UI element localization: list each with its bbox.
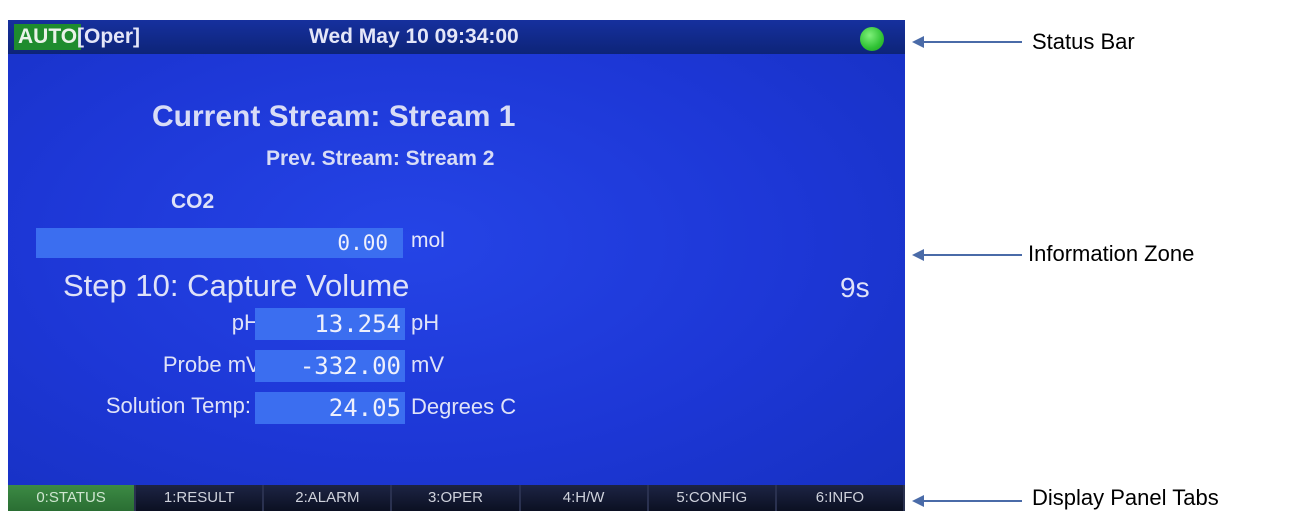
solution-temp-label: Solution Temp:: [105, 393, 251, 418]
status-bar-callout: Status Bar: [1032, 29, 1135, 54]
information-zone-callout: Information Zone: [1028, 241, 1195, 266]
tab-hw[interactable]: 4:H/W: [520, 485, 649, 511]
operator-level: [Oper]: [77, 25, 140, 48]
ph-unit: pH: [411, 310, 440, 335]
probe-mv-unit: mV: [411, 352, 444, 377]
previous-stream: Prev. Stream: Stream 2: [266, 147, 495, 170]
date-time: Wed May 10 09:34:00: [309, 25, 519, 48]
display-panel-tabs: 0:STATUS 1:RESULT 2:ALARM 3:OPER 4:H/W 5…: [8, 485, 905, 511]
tab-alarm[interactable]: 2:ALARM: [264, 485, 393, 511]
probe-mv-label: Probe mV:: [162, 352, 266, 377]
probe-mv-value: -332.00: [255, 350, 405, 382]
step-title: Step 10: Capture Volume: [63, 268, 410, 303]
analyte-unit: mol: [411, 229, 445, 252]
solution-temp-unit: Degrees C: [411, 394, 517, 419]
tab-config[interactable]: 5:CONFIG: [648, 485, 777, 511]
status-led-icon: [860, 27, 884, 51]
tab-info[interactable]: 6:INFO: [776, 485, 905, 511]
ph-value: 13.254: [255, 308, 405, 340]
solution-temp-value: 24.05: [255, 392, 405, 424]
panel-tabs-arrow-icon: [912, 495, 1022, 507]
current-stream: Current Stream: Stream 1: [152, 100, 516, 133]
tab-result[interactable]: 1:RESULT: [136, 485, 265, 511]
status-bar-arrow-icon: [912, 36, 1022, 48]
device-screen: AUTO [Oper] Wed May 10 09:34:00 Current …: [8, 20, 905, 511]
mode-badge: AUTO: [14, 24, 82, 50]
analyte-label: CO2: [171, 190, 215, 213]
information-zone-arrow-icon: [912, 249, 1022, 261]
panel-tabs-callout: Display Panel Tabs: [1032, 485, 1219, 510]
ph-label: pH:: [231, 310, 266, 335]
step-timer: 9s: [840, 272, 870, 303]
tab-oper[interactable]: 3:OPER: [392, 485, 521, 511]
tab-status[interactable]: 0:STATUS: [8, 485, 137, 511]
analyte-value: 0.00: [36, 228, 403, 258]
status-bar: AUTO [Oper] Wed May 10 09:34:00: [8, 20, 905, 54]
